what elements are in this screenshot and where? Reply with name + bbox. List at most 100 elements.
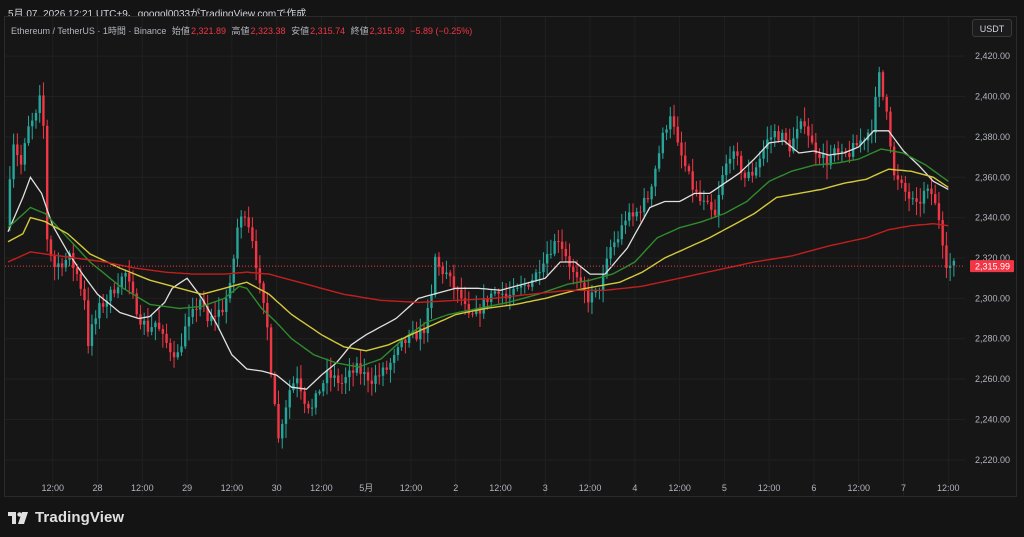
candle-body: [889, 111, 892, 147]
candle-body: [232, 258, 235, 283]
candle-body: [370, 380, 373, 384]
candle-body: [169, 342, 172, 353]
candle-body: [482, 297, 485, 314]
candle-body: [60, 263, 64, 268]
candle-body: [523, 284, 526, 286]
candle-body: [934, 194, 937, 204]
candle-body: [434, 256, 437, 295]
candle-body: [818, 153, 821, 159]
candle-body: [195, 309, 198, 311]
candle-body: [941, 220, 944, 246]
legend-symbol[interactable]: Ethereum / TetherUS · 1時間 · Binance: [11, 26, 166, 36]
candle-body: [198, 299, 202, 310]
candle-body: [538, 272, 541, 274]
legend-low-label: 安値: [291, 26, 310, 36]
candle-body: [243, 216, 247, 218]
candle-body: [161, 328, 165, 334]
candle-body: [650, 186, 653, 200]
candle-body: [553, 241, 556, 254]
candle-body: [445, 272, 448, 275]
candle-body: [307, 403, 310, 409]
legend-change: −5.89 (−0.25%): [410, 26, 473, 36]
candle-body: [784, 132, 788, 140]
candle-body: [885, 96, 888, 112]
y-tick-label: 2,420.00: [975, 51, 1010, 61]
candle-body: [34, 112, 38, 121]
candle-body: [874, 96, 877, 133]
candle-body: [590, 292, 594, 303]
candle-body: [448, 272, 452, 277]
candle-body: [142, 320, 146, 325]
candle-body: [628, 212, 631, 221]
candle-body: [392, 355, 396, 363]
candle-body: [725, 163, 728, 176]
x-tick-label: 12:00: [400, 483, 423, 493]
candle-body: [456, 289, 459, 291]
candle-body: [120, 276, 124, 288]
candle-body: [624, 220, 627, 226]
y-tick-label: 2,220.00: [975, 455, 1010, 465]
candle-body: [583, 282, 586, 291]
candle-body: [19, 155, 23, 165]
y-tick-label: 2,300.00: [975, 293, 1010, 303]
candle-body: [527, 284, 530, 287]
candle-body: [329, 369, 332, 378]
candle-body: [616, 239, 620, 243]
candle-body: [665, 129, 668, 133]
candle-body: [150, 327, 153, 332]
candle-body: [94, 318, 97, 325]
legend-high-value: 2,323.38: [250, 26, 286, 36]
candle-body: [609, 247, 612, 259]
candle-body: [676, 126, 679, 143]
last-price-label: 2,315.99: [975, 262, 1010, 272]
candle-body: [575, 271, 579, 278]
candle-body: [374, 375, 377, 384]
candle-body: [926, 188, 929, 191]
tradingview-logo-icon: [8, 511, 28, 524]
candle-body: [381, 367, 385, 376]
ma-line-red: [7, 222, 949, 304]
tradingview-brand[interactable]: TradingView: [8, 509, 124, 526]
currency-button[interactable]: USDT: [972, 19, 1012, 37]
candle-body: [351, 370, 355, 373]
candle-body: [613, 242, 616, 248]
candle-body: [497, 291, 500, 294]
candle-body: [310, 407, 314, 409]
candle-body: [348, 370, 351, 378]
candle-body: [896, 175, 900, 180]
candle-body: [564, 248, 568, 257]
candle-body: [295, 378, 299, 384]
x-tick-label: 2: [453, 483, 458, 493]
candle-body: [639, 211, 642, 213]
candle-body: [355, 363, 359, 373]
price-chart[interactable]: 2,220.00 2,240.00 2,260.00 2,280.00 2,300.00…: [0, 0, 1024, 537]
candle-body: [919, 201, 922, 204]
candle-body: [493, 291, 497, 294]
candle-body: [90, 324, 94, 346]
candle-body: [460, 289, 463, 299]
candle-body: [113, 289, 116, 294]
candle-body: [116, 287, 120, 294]
x-tick-label: 12:00: [42, 483, 65, 493]
x-tick-label: 29: [182, 483, 192, 493]
candle-body: [803, 121, 806, 127]
candle-body: [587, 290, 590, 303]
legend-high-label: 高値: [231, 26, 250, 36]
candle-body: [684, 155, 687, 167]
candle-body: [87, 300, 90, 346]
candle-body: [53, 255, 56, 267]
y-tick-label: 2,280.00: [975, 334, 1010, 344]
candle-body: [101, 303, 105, 307]
candle-body: [124, 273, 127, 277]
candle-body: [318, 391, 321, 394]
candle-body: [904, 182, 907, 192]
candle-body: [732, 151, 735, 159]
x-tick-label: 12:00: [489, 483, 512, 493]
candle-body: [661, 132, 665, 154]
candle-body: [747, 171, 750, 179]
candle-body: [187, 316, 191, 327]
candle-body: [359, 363, 362, 374]
x-tick-label: 12:00: [310, 483, 333, 493]
candle-body: [303, 391, 306, 404]
candle-body: [146, 320, 150, 332]
